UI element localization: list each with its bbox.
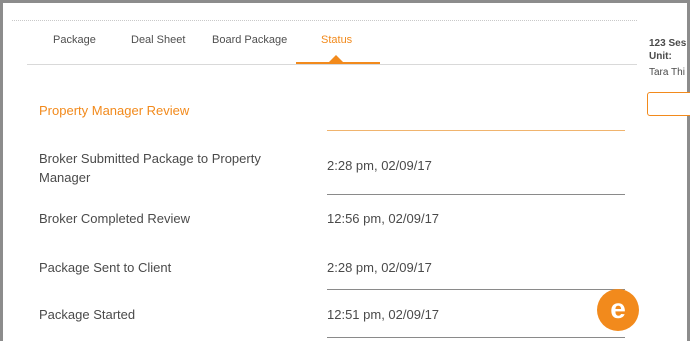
active-tab-caret-icon: [329, 55, 343, 62]
row-divider: [327, 289, 625, 290]
tab-deal-sheet[interactable]: Deal Sheet: [131, 34, 185, 46]
side-action-button[interactable]: [647, 92, 690, 116]
property-address: 123 Ses: [649, 38, 687, 49]
status-row-label: Package Started: [39, 307, 136, 322]
tabs-divider: [27, 64, 637, 65]
section-divider: [327, 130, 625, 131]
window-frame-top: [0, 0, 690, 3]
header-divider: [12, 20, 637, 21]
status-row-label: Broker Submitted Package to Property Man…: [39, 151, 261, 185]
active-tab-indicator: [296, 62, 380, 64]
status-row-timestamp: 2:28 pm, 02/09/17: [327, 260, 432, 275]
tab-package[interactable]: Package: [53, 34, 96, 46]
unit-label: Unit:: [649, 51, 672, 62]
row-divider: [327, 337, 625, 338]
status-row-label: Package Sent to Client: [39, 260, 172, 275]
tab-status[interactable]: Status: [321, 34, 352, 46]
brand-logo-icon: e: [597, 289, 639, 331]
applicant-name: Tara Thi: [649, 67, 685, 78]
tab-board-package[interactable]: Board Package: [212, 34, 287, 46]
section-title: Property Manager Review: [39, 103, 190, 118]
status-row-timestamp: 12:56 pm, 02/09/17: [327, 211, 440, 226]
status-row-timestamp: 12:51 pm, 02/09/17: [327, 307, 440, 322]
row-divider: [327, 194, 625, 195]
package-tabs: Package Deal Sheet Board Package Status: [3, 34, 637, 64]
status-row-timestamp: 2:28 pm, 02/09/17: [327, 158, 432, 173]
status-row-label: Broker Completed Review: [39, 211, 191, 226]
